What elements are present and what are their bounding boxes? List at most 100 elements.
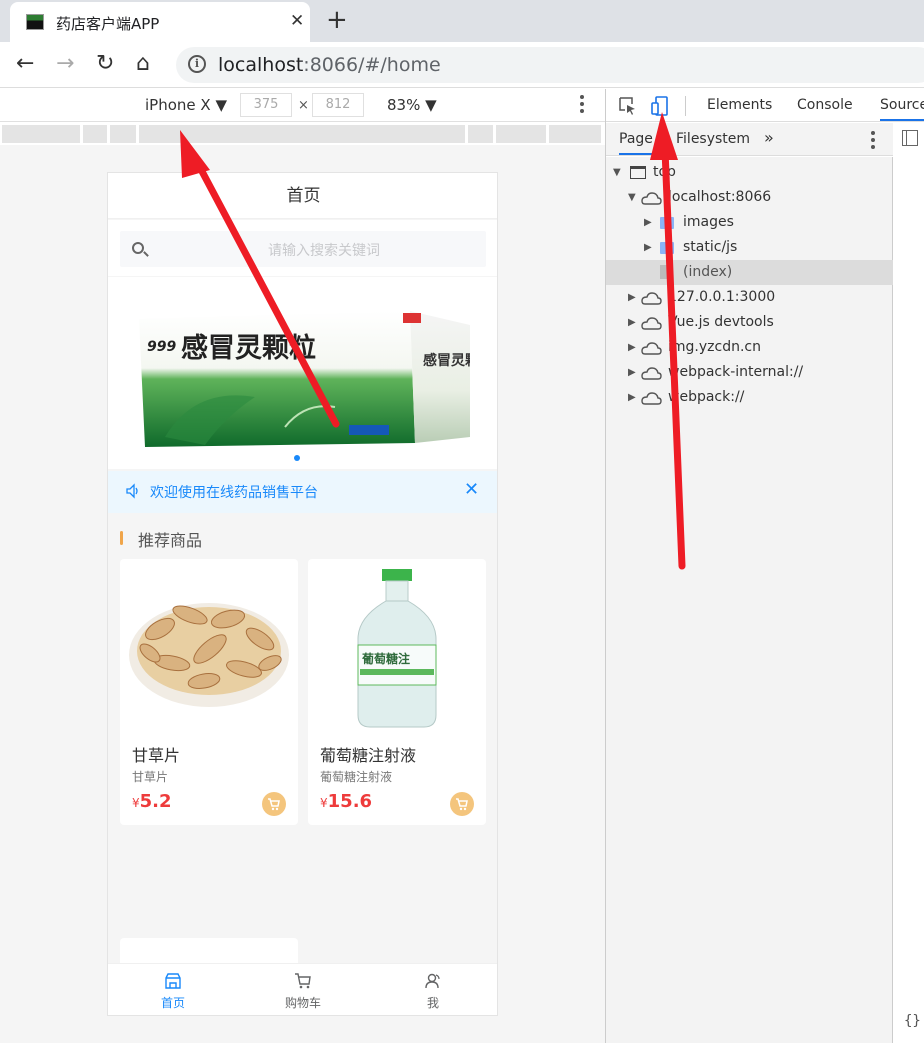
expand-arrow-icon[interactable]: ▶ (644, 210, 652, 235)
media-query-ruler[interactable] (0, 123, 605, 145)
device-select[interactable]: iPhone X ▼ (145, 96, 227, 114)
tab-title: 药店客户端APP (56, 15, 160, 33)
search-placeholder: 请输入搜索关键词 (268, 243, 380, 259)
back-icon[interactable]: ← (16, 51, 34, 76)
sources-navigator-tabs: Page Filesystem » (606, 123, 893, 156)
cloud-icon (641, 317, 662, 330)
phone-screen: 首页 请输入搜索关键词 999 感冒灵颗粒 感冒灵 欢迎使用在线药品销售平台 ✕… (107, 172, 498, 1016)
notice-text: 欢迎使用在线药品销售平台 (150, 485, 318, 501)
expand-arrow-icon[interactable]: ▶ (628, 335, 636, 360)
forward-icon[interactable]: → (56, 51, 74, 76)
devtools-panel: Elements Console Source Page Filesystem … (605, 89, 924, 1043)
file-tree: ▼ top ▼ localhost:8066 ▶ images ▶ static… (606, 157, 893, 1043)
more-options-icon[interactable] (580, 95, 584, 116)
product-card[interactable]: 甘草片 甘草片 ¥5.2 (120, 559, 298, 825)
search-bar: 请输入搜索关键词 (108, 220, 497, 276)
banner-carousel[interactable]: 999 感冒灵颗粒 感冒灵颗粒 (108, 277, 497, 469)
home-icon[interactable]: ⌂ (136, 51, 150, 76)
product-name: 甘草片 (132, 746, 181, 765)
product-desc: 甘草片 (132, 770, 169, 784)
browser-tab[interactable]: 药店客户端APP ✕ (10, 2, 310, 42)
cart-icon (295, 973, 311, 989)
address-bar[interactable]: i localhost:8066/#/home (176, 47, 924, 83)
pretty-print-icon[interactable]: {} (904, 1013, 921, 1029)
product-card[interactable]: 葡萄糖注 葡萄糖注射液 葡萄糖注射液 ¥15.6 (308, 559, 486, 825)
inspect-element-icon[interactable] (618, 96, 638, 116)
search-input[interactable]: 请输入搜索关键词 (120, 231, 486, 267)
tree-item-yzcdn[interactable]: ▶ img.yzcdn.cn (606, 335, 893, 360)
tab-me[interactable]: 我 (368, 964, 497, 1015)
bottle-label: 葡萄糖注 (361, 651, 410, 666)
dimension-separator: × (298, 98, 309, 113)
cloud-icon (641, 292, 662, 305)
section-title-text: 推荐商品 (138, 531, 203, 550)
toolbar-divider (685, 96, 686, 116)
cart-icon (268, 798, 280, 811)
close-icon[interactable]: ✕ (464, 479, 479, 500)
tab-page[interactable]: Page (619, 131, 653, 155)
tab-home[interactable]: 首页 (108, 964, 238, 1015)
speaker-icon (126, 483, 138, 499)
tree-item-top[interactable]: ▼ top (606, 160, 893, 185)
new-tab-button[interactable]: + (326, 5, 348, 35)
tree-item-webpack-internal[interactable]: ▶ webpack-internal:// (606, 360, 893, 385)
expand-arrow-icon[interactable]: ▼ (628, 185, 636, 210)
expand-arrow-icon[interactable]: ▶ (644, 235, 652, 260)
expand-arrow-icon[interactable]: ▶ (628, 285, 636, 310)
tree-item-images[interactable]: ▶ images (606, 210, 893, 235)
expand-arrow-icon[interactable]: ▶ (628, 385, 636, 410)
tab-filesystem[interactable]: Filesystem (676, 131, 750, 147)
cart-icon (456, 798, 468, 811)
folder-icon (660, 242, 674, 254)
device-toolbar-icon[interactable] (650, 96, 670, 116)
tab-label: 我 (426, 996, 439, 1010)
product-desc: 葡萄糖注射液 (320, 770, 393, 784)
tab-elements[interactable]: Elements (707, 97, 772, 113)
more-options-icon[interactable] (871, 131, 875, 152)
tab-sources[interactable]: Source (880, 97, 924, 121)
notice-bar: 欢迎使用在线药品销售平台 ✕ (108, 471, 497, 513)
tab-cart[interactable]: 购物车 (238, 964, 368, 1015)
devtools-toolbar: Elements Console Source (606, 89, 924, 122)
editor-area: {} (894, 123, 924, 1043)
search-icon (132, 242, 144, 254)
add-to-cart-button[interactable] (450, 792, 474, 816)
cloud-icon (641, 342, 662, 355)
cloud-icon (641, 367, 662, 380)
reload-icon[interactable]: ↻ (96, 51, 114, 76)
user-icon (425, 973, 440, 989)
tree-item-vue-devtools[interactable]: ▶ Vue.js devtools (606, 310, 893, 335)
medicine-box-image: 999 感冒灵颗粒 感冒灵颗粒 (139, 311, 470, 447)
browser-toolbar: ← → ↻ ⌂ i localhost:8066/#/home (0, 42, 924, 88)
tree-item-local-3000[interactable]: ▶ 127.0.0.1:3000 (606, 285, 893, 310)
url-text[interactable]: localhost:8066/#/home (218, 54, 441, 76)
tree-item-host[interactable]: ▼ localhost:8066 (606, 185, 893, 210)
cloud-icon (641, 192, 662, 205)
expand-arrow-icon[interactable]: ▼ (613, 160, 621, 185)
banner-brand: 999 (147, 339, 176, 355)
tree-item-index[interactable]: (index) (606, 260, 893, 285)
expand-arrow-icon[interactable]: ▶ (628, 310, 636, 335)
product-name: 葡萄糖注射液 (320, 746, 417, 765)
device-toolbar: iPhone X ▼ 375 × 812 83% ▼ (0, 89, 605, 122)
tab-close-icon[interactable]: ✕ (290, 11, 304, 31)
info-icon[interactable]: i (188, 55, 206, 73)
product-price: ¥5.2 (132, 791, 172, 812)
banner-title: 感冒灵颗粒 (181, 332, 316, 364)
tree-item-webpack[interactable]: ▶ webpack:// (606, 385, 893, 410)
toggle-navigator-icon[interactable] (902, 130, 918, 146)
product-image-licorice (129, 603, 289, 707)
tab-label: 首页 (160, 996, 185, 1010)
zoom-select[interactable]: 83% ▼ (387, 96, 437, 114)
carousel-indicator[interactable] (294, 455, 300, 461)
more-tabs-icon[interactable]: » (764, 128, 774, 147)
tab-console[interactable]: Console (797, 97, 853, 113)
tab-label: 购物车 (284, 996, 321, 1010)
add-to-cart-button[interactable] (262, 792, 286, 816)
shop-icon (165, 973, 181, 989)
tree-item-static-js[interactable]: ▶ static/js (606, 235, 893, 260)
device-height-input[interactable]: 812 (312, 93, 364, 117)
favicon-icon (26, 14, 44, 30)
expand-arrow-icon[interactable]: ▶ (628, 360, 636, 385)
device-width-input[interactable]: 375 (240, 93, 292, 117)
